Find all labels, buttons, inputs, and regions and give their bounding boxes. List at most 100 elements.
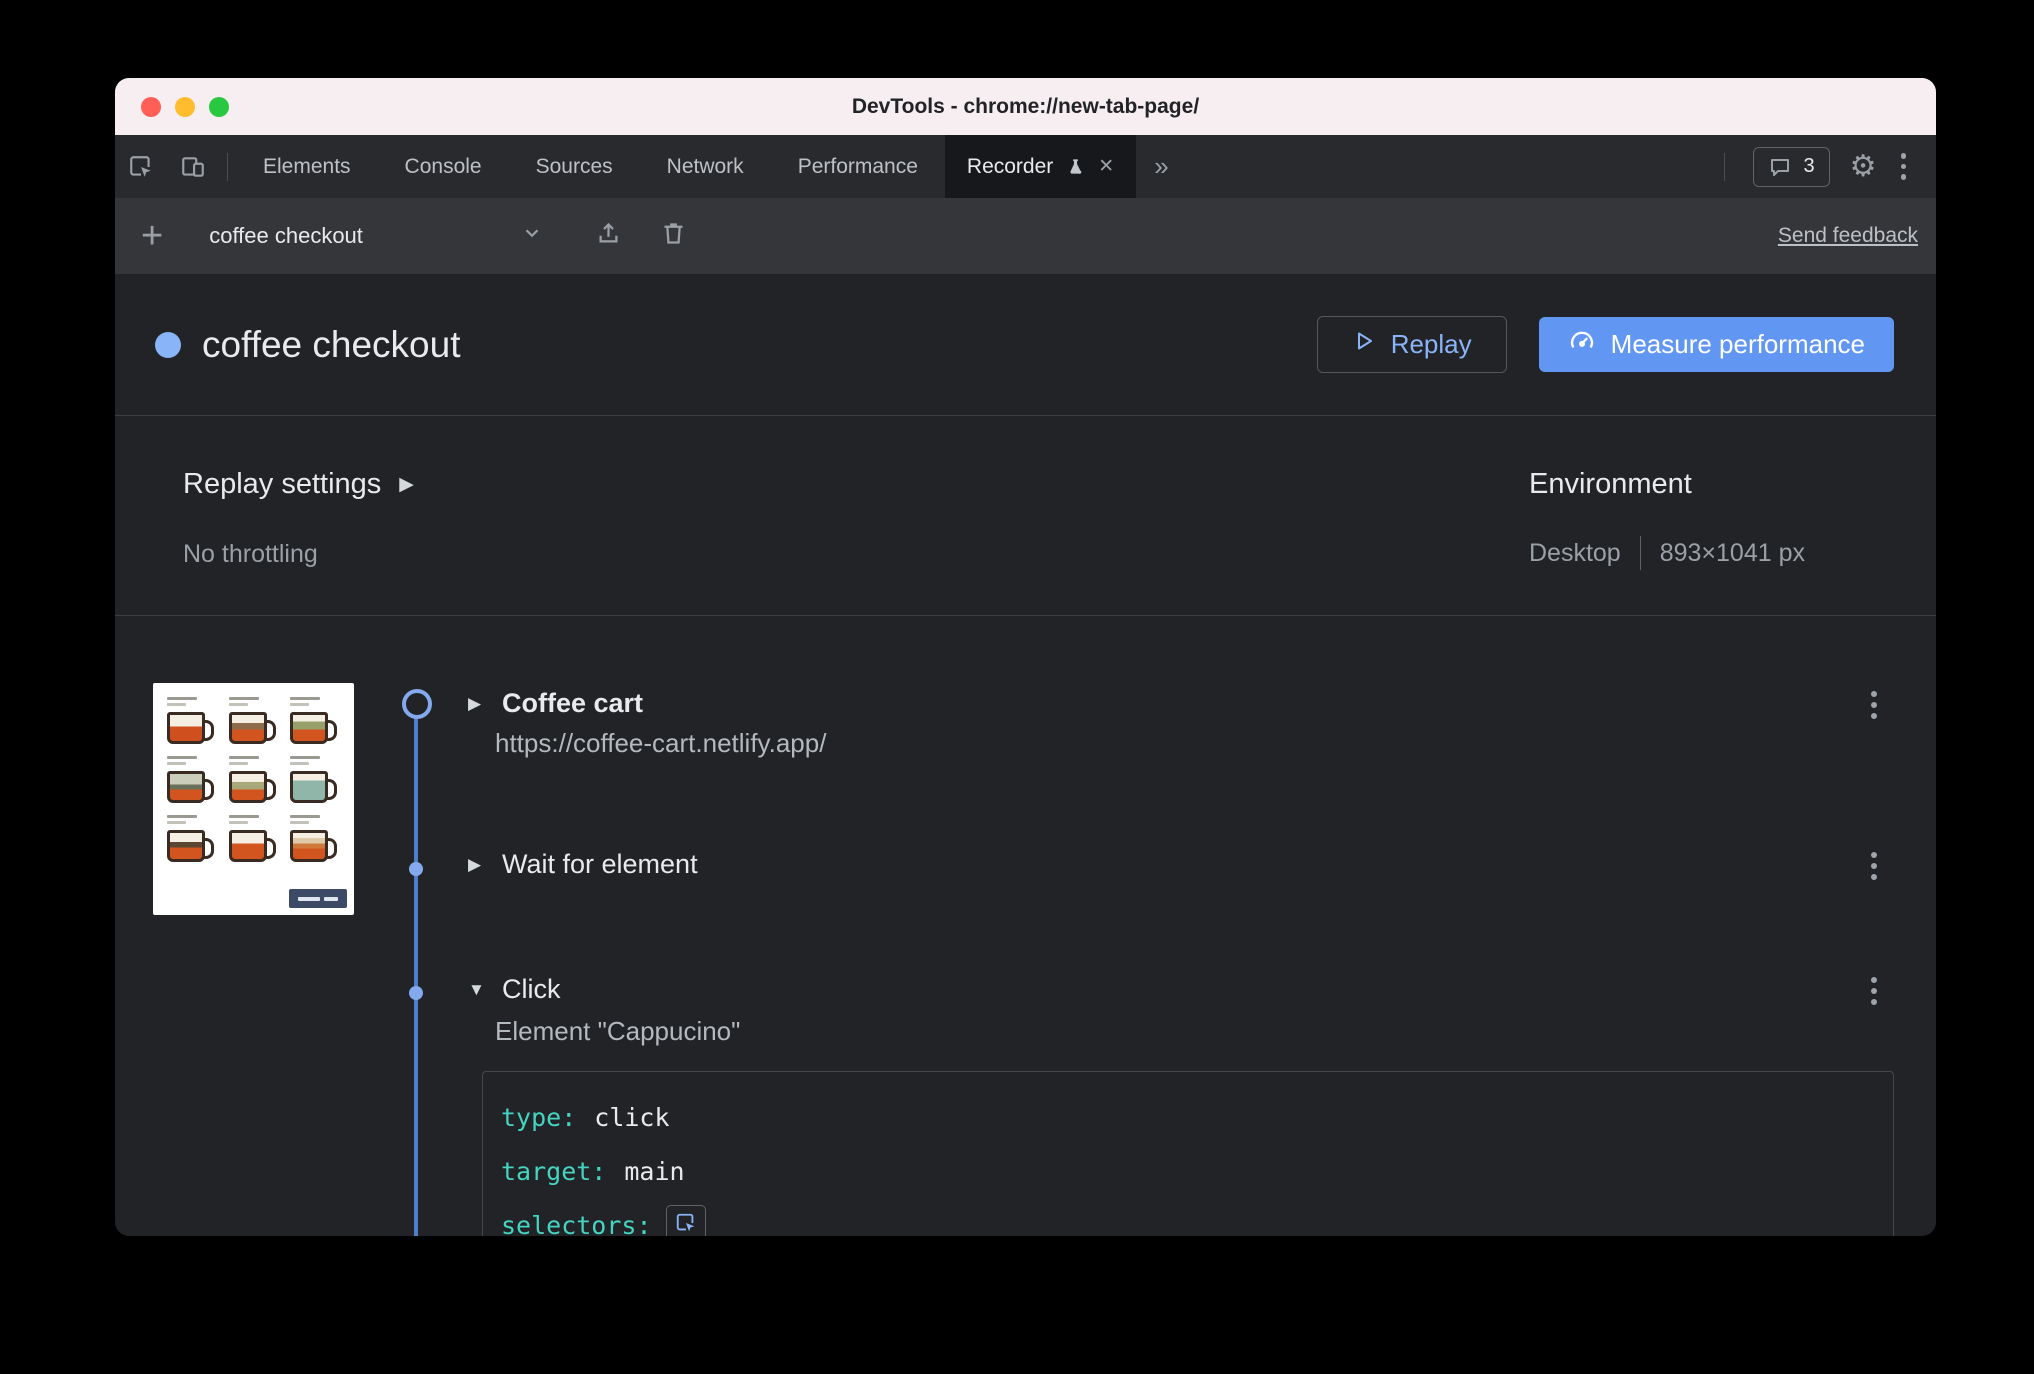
environment-values: Desktop 893×1041 px — [1529, 536, 1805, 570]
step-title: Click — [502, 974, 561, 1004]
tab-network[interactable]: Network — [640, 135, 771, 198]
step-code-editor: type: click target: main selectors: — [482, 1071, 1894, 1236]
environment-label: Environment — [1529, 468, 1692, 500]
devtools-window: DevTools - chrome://new-tab-page/ Elemen… — [115, 78, 1936, 1236]
close-window-button[interactable] — [141, 96, 161, 117]
step-wait-for-element[interactable]: ▶ Wait for element — [468, 849, 698, 880]
timeline-node-start — [402, 689, 432, 719]
disclosure-arrow-icon[interactable]: ▶ — [468, 855, 490, 875]
step-menu-button[interactable] — [1867, 687, 1881, 723]
experiment-flask-icon — [1066, 157, 1085, 176]
coffee-cup — [228, 697, 281, 744]
tab-sources[interactable]: Sources — [509, 135, 640, 198]
replay-settings-label: Replay settings — [183, 468, 382, 500]
titlebar: DevTools - chrome://new-tab-page/ — [115, 78, 1936, 135]
chat-bubble-icon — [1768, 155, 1792, 179]
replay-settings-toggle[interactable]: Replay settings ▶ — [183, 468, 414, 501]
measure-button-label: Measure performance — [1610, 329, 1865, 359]
recording-status-dot — [155, 331, 181, 358]
cart-total-badge — [289, 889, 347, 908]
recording-select[interactable]: coffee checkout — [209, 222, 543, 250]
divider — [227, 152, 228, 181]
minimize-window-button[interactable] — [175, 96, 195, 117]
chevron-down-icon — [521, 222, 543, 250]
play-icon — [1352, 329, 1376, 360]
tab-recorder-label: Recorder — [966, 154, 1054, 178]
select-element-button[interactable] — [665, 1205, 706, 1237]
select-element-icon — [675, 1211, 697, 1237]
disclosure-arrow-icon[interactable]: ▼ — [468, 980, 490, 1000]
replay-settings-section: Replay settings ▶ No throttling Environm… — [115, 415, 1936, 616]
recording-title: coffee checkout — [202, 323, 461, 365]
tab-elements[interactable]: Elements — [236, 135, 378, 198]
coffee-cup — [167, 815, 219, 862]
code-key: target: — [501, 1156, 607, 1186]
tabbar-right-controls: 3 ⚙ — [1716, 135, 1936, 198]
step-menu-button[interactable] — [1867, 973, 1881, 1009]
step-element: Element "Cappucino" — [495, 1016, 741, 1046]
traffic-lights — [141, 78, 229, 135]
settings-gear-icon[interactable]: ⚙ — [1850, 151, 1877, 182]
device-toolbar-button[interactable] — [167, 135, 219, 198]
step-title: Wait for element — [502, 849, 698, 879]
code-line: selectors: — [501, 1198, 1893, 1236]
page-screenshot-thumbnail — [153, 683, 354, 915]
step-menu-button[interactable] — [1867, 848, 1881, 884]
coffee-cup — [290, 815, 342, 862]
divider — [1724, 152, 1726, 181]
disclosure-arrow-icon[interactable]: ▶ — [468, 694, 490, 714]
code-key: selectors: — [501, 1210, 652, 1237]
window-title: DevTools - chrome://new-tab-page/ — [851, 94, 1200, 118]
export-icon — [595, 220, 622, 252]
step-url: https://coffee-cart.netlify.app/ — [495, 728, 827, 758]
tab-console[interactable]: Console — [378, 135, 509, 198]
timeline-line — [414, 703, 418, 1236]
tab-recorder-active[interactable]: Recorder ✕ — [944, 135, 1137, 198]
coffee-cup — [167, 756, 219, 803]
steps-list: ▶ Coffee cart https://coffee-cart.netlif… — [115, 616, 1936, 1236]
coffee-cup — [167, 697, 219, 744]
send-feedback-link[interactable]: Send feedback — [1778, 224, 1918, 248]
recorder-toolbar: + coffee checkout Send feedback — [115, 198, 1936, 274]
header-actions: Replay Measure performance — [1316, 316, 1894, 373]
recording-header: coffee checkout Replay Measure performan… — [115, 274, 1936, 415]
more-tabs-button[interactable]: » — [1136, 135, 1186, 198]
replay-button-label: Replay — [1390, 329, 1472, 359]
environment-device: Desktop — [1529, 538, 1621, 567]
export-recording-button[interactable] — [595, 220, 622, 252]
coffee-cup — [228, 815, 281, 862]
inspect-cursor-icon — [128, 154, 154, 180]
disclosure-arrow-icon: ▶ — [399, 474, 414, 495]
timeline-node — [409, 862, 423, 876]
coffee-cup — [290, 756, 342, 803]
issues-chat-button[interactable]: 3 — [1753, 146, 1830, 187]
step-navigate[interactable]: ▶ Coffee cart — [468, 688, 643, 719]
throttling-value: No throttling — [183, 540, 318, 568]
code-line: type: click — [501, 1090, 1893, 1144]
step-title: Coffee cart — [502, 688, 644, 718]
zoom-window-button[interactable] — [209, 96, 229, 117]
device-toolbar-icon — [180, 154, 206, 180]
delete-recording-button[interactable] — [660, 220, 687, 252]
coffee-cup — [290, 697, 342, 744]
environment-viewport: 893×1041 px — [1659, 538, 1805, 567]
close-recorder-tab-icon[interactable]: ✕ — [1098, 155, 1114, 178]
coffee-cup — [228, 756, 281, 803]
add-recording-button[interactable]: + — [141, 217, 163, 255]
recording-select-value: coffee checkout — [209, 223, 363, 248]
timeline-node — [409, 986, 423, 1000]
devtools-menu-button[interactable] — [1897, 149, 1911, 184]
code-value: click — [594, 1102, 670, 1132]
tab-performance[interactable]: Performance — [771, 135, 945, 198]
coffee-grid — [153, 683, 354, 870]
step-click[interactable]: ▼ Click — [468, 974, 561, 1005]
inspect-element-button[interactable] — [115, 135, 167, 198]
replay-button[interactable]: Replay — [1316, 316, 1507, 373]
devtools-tabbar: Elements Console Sources Network Perform… — [115, 135, 1936, 198]
trash-icon — [660, 220, 687, 252]
code-key: type: — [501, 1102, 577, 1132]
issues-count-badge: 3 — [1803, 155, 1815, 177]
measure-performance-button[interactable]: Measure performance — [1538, 317, 1894, 372]
code-value: main — [624, 1156, 685, 1186]
divider — [1639, 536, 1641, 570]
